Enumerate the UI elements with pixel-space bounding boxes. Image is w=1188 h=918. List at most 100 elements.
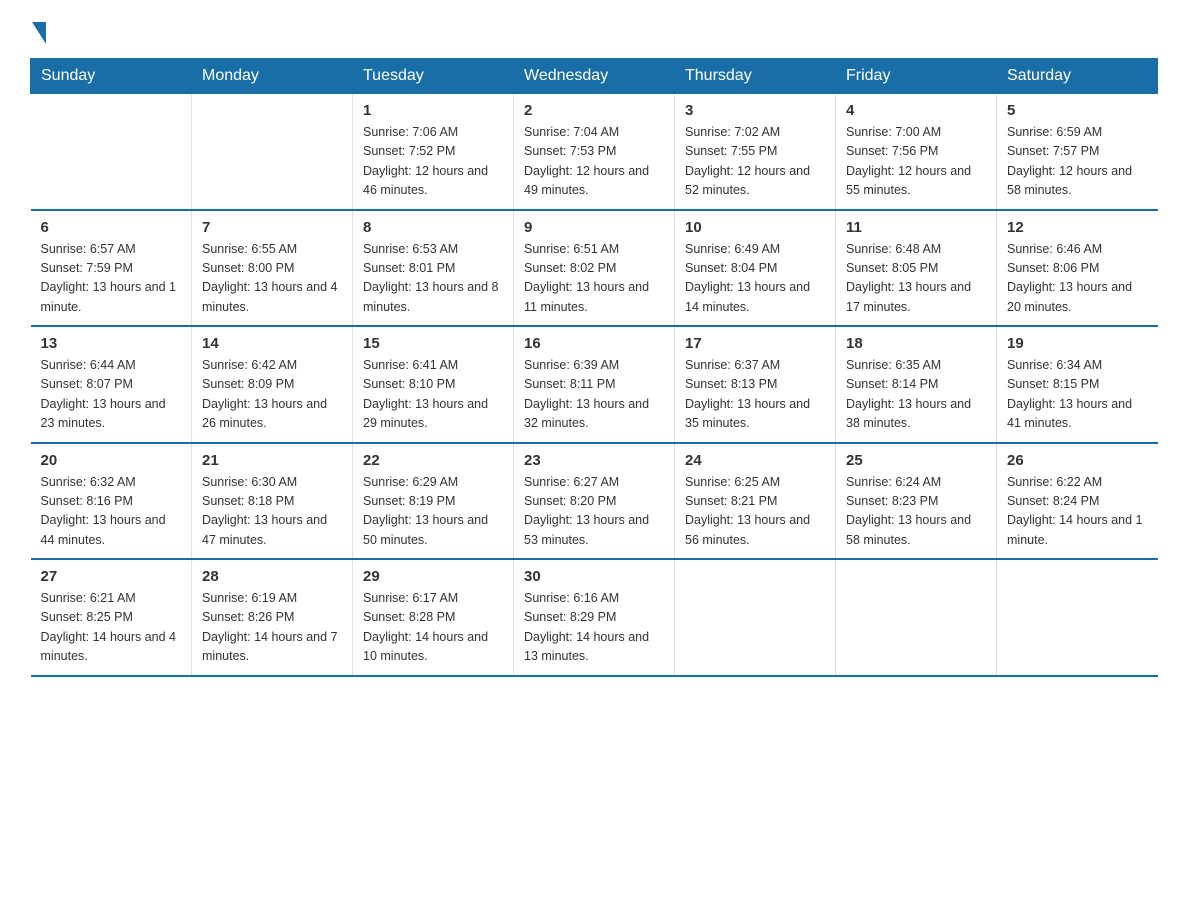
calendar-cell: 8 Sunrise: 6:53 AM Sunset: 8:01 PM Daylig… <box>353 210 514 327</box>
col-header-tuesday: Tuesday <box>353 59 514 94</box>
day-info: Sunrise: 7:06 AM Sunset: 7:52 PM Dayligh… <box>363 123 503 201</box>
day-info: Sunrise: 6:25 AM Sunset: 8:21 PM Dayligh… <box>685 473 825 551</box>
day-info: Sunrise: 6:51 AM Sunset: 8:02 PM Dayligh… <box>524 240 664 318</box>
day-info: Sunrise: 6:35 AM Sunset: 8:14 PM Dayligh… <box>846 356 986 434</box>
day-number: 18 <box>846 335 986 352</box>
day-number: 17 <box>685 335 825 352</box>
day-number: 5 <box>1007 102 1148 119</box>
day-info: Sunrise: 6:39 AM Sunset: 8:11 PM Dayligh… <box>524 356 664 434</box>
calendar-header-row: SundayMondayTuesdayWednesdayThursdayFrid… <box>31 59 1158 94</box>
day-number: 1 <box>363 102 503 119</box>
day-info: Sunrise: 7:04 AM Sunset: 7:53 PM Dayligh… <box>524 123 664 201</box>
calendar-cell: 24 Sunrise: 6:25 AM Sunset: 8:21 PM Dayli… <box>675 443 836 560</box>
calendar-cell: 10Sunrise: 6:49 AM Sunset: 8:04 PM Dayli… <box>675 210 836 327</box>
calendar-cell: 6 Sunrise: 6:57 AM Sunset: 7:59 PM Daylig… <box>31 210 192 327</box>
day-info: Sunrise: 6:59 AM Sunset: 7:57 PM Dayligh… <box>1007 123 1148 201</box>
day-number: 16 <box>524 335 664 352</box>
day-info: Sunrise: 6:22 AM Sunset: 8:24 PM Dayligh… <box>1007 473 1148 551</box>
day-number: 24 <box>685 452 825 469</box>
day-number: 14 <box>202 335 342 352</box>
day-number: 23 <box>524 452 664 469</box>
calendar-week-row: 6 Sunrise: 6:57 AM Sunset: 7:59 PM Daylig… <box>31 210 1158 327</box>
day-number: 11 <box>846 219 986 236</box>
calendar-table: SundayMondayTuesdayWednesdayThursdayFrid… <box>30 58 1158 677</box>
day-number: 6 <box>41 219 182 236</box>
day-info: Sunrise: 6:49 AM Sunset: 8:04 PM Dayligh… <box>685 240 825 318</box>
calendar-week-row: 1 Sunrise: 7:06 AM Sunset: 7:52 PM Daylig… <box>31 94 1158 210</box>
calendar-cell: 21 Sunrise: 6:30 AM Sunset: 8:18 PM Dayli… <box>192 443 353 560</box>
calendar-cell: 4 Sunrise: 7:00 AM Sunset: 7:56 PM Daylig… <box>836 94 997 210</box>
day-info: Sunrise: 6:44 AM Sunset: 8:07 PM Dayligh… <box>41 356 182 434</box>
calendar-cell: 23 Sunrise: 6:27 AM Sunset: 8:20 PM Dayli… <box>514 443 675 560</box>
day-info: Sunrise: 7:00 AM Sunset: 7:56 PM Dayligh… <box>846 123 986 201</box>
day-number: 12 <box>1007 219 1148 236</box>
calendar-cell: 30 Sunrise: 6:16 AM Sunset: 8:29 PM Dayli… <box>514 559 675 676</box>
calendar-cell: 13 Sunrise: 6:44 AM Sunset: 8:07 PM Dayli… <box>31 326 192 443</box>
day-info: Sunrise: 6:32 AM Sunset: 8:16 PM Dayligh… <box>41 473 182 551</box>
day-info: Sunrise: 6:46 AM Sunset: 8:06 PM Dayligh… <box>1007 240 1148 318</box>
day-info: Sunrise: 6:19 AM Sunset: 8:26 PM Dayligh… <box>202 589 342 667</box>
day-info: Sunrise: 6:48 AM Sunset: 8:05 PM Dayligh… <box>846 240 986 318</box>
day-number: 25 <box>846 452 986 469</box>
calendar-cell: 12 Sunrise: 6:46 AM Sunset: 8:06 PM Dayli… <box>997 210 1158 327</box>
calendar-cell: 9 Sunrise: 6:51 AM Sunset: 8:02 PM Daylig… <box>514 210 675 327</box>
day-info: Sunrise: 6:57 AM Sunset: 7:59 PM Dayligh… <box>41 240 182 318</box>
day-info: Sunrise: 6:30 AM Sunset: 8:18 PM Dayligh… <box>202 473 342 551</box>
logo-triangle-icon <box>32 22 46 44</box>
day-info: Sunrise: 6:16 AM Sunset: 8:29 PM Dayligh… <box>524 589 664 667</box>
calendar-cell: 20 Sunrise: 6:32 AM Sunset: 8:16 PM Dayli… <box>31 443 192 560</box>
calendar-cell: 27 Sunrise: 6:21 AM Sunset: 8:25 PM Dayli… <box>31 559 192 676</box>
calendar-week-row: 27 Sunrise: 6:21 AM Sunset: 8:25 PM Dayli… <box>31 559 1158 676</box>
day-number: 30 <box>524 568 664 585</box>
col-header-saturday: Saturday <box>997 59 1158 94</box>
calendar-cell: 17 Sunrise: 6:37 AM Sunset: 8:13 PM Dayli… <box>675 326 836 443</box>
day-number: 2 <box>524 102 664 119</box>
day-number: 20 <box>41 452 182 469</box>
calendar-week-row: 20 Sunrise: 6:32 AM Sunset: 8:16 PM Dayli… <box>31 443 1158 560</box>
calendar-week-row: 13 Sunrise: 6:44 AM Sunset: 8:07 PM Dayli… <box>31 326 1158 443</box>
calendar-cell: 18 Sunrise: 6:35 AM Sunset: 8:14 PM Dayli… <box>836 326 997 443</box>
calendar-cell: 11 Sunrise: 6:48 AM Sunset: 8:05 PM Dayli… <box>836 210 997 327</box>
calendar-cell: 19 Sunrise: 6:34 AM Sunset: 8:15 PM Dayli… <box>997 326 1158 443</box>
day-number: 21 <box>202 452 342 469</box>
col-header-sunday: Sunday <box>31 59 192 94</box>
day-info: Sunrise: 6:17 AM Sunset: 8:28 PM Dayligh… <box>363 589 503 667</box>
day-number: 4 <box>846 102 986 119</box>
day-info: Sunrise: 6:27 AM Sunset: 8:20 PM Dayligh… <box>524 473 664 551</box>
calendar-cell: 5 Sunrise: 6:59 AM Sunset: 7:57 PM Daylig… <box>997 94 1158 210</box>
calendar-cell: 29 Sunrise: 6:17 AM Sunset: 8:28 PM Dayli… <box>353 559 514 676</box>
calendar-cell: 26 Sunrise: 6:22 AM Sunset: 8:24 PM Dayli… <box>997 443 1158 560</box>
day-info: Sunrise: 7:02 AM Sunset: 7:55 PM Dayligh… <box>685 123 825 201</box>
day-number: 29 <box>363 568 503 585</box>
calendar-cell <box>192 94 353 210</box>
calendar-cell <box>675 559 836 676</box>
col-header-friday: Friday <box>836 59 997 94</box>
calendar-cell: 3 Sunrise: 7:02 AM Sunset: 7:55 PM Daylig… <box>675 94 836 210</box>
day-number: 27 <box>41 568 182 585</box>
day-info: Sunrise: 6:21 AM Sunset: 8:25 PM Dayligh… <box>41 589 182 667</box>
logo <box>30 20 46 40</box>
day-number: 8 <box>363 219 503 236</box>
page-header <box>30 20 1158 40</box>
day-number: 19 <box>1007 335 1148 352</box>
day-number: 26 <box>1007 452 1148 469</box>
day-number: 13 <box>41 335 182 352</box>
calendar-cell: 7Sunrise: 6:55 AM Sunset: 8:00 PM Daylig… <box>192 210 353 327</box>
day-info: Sunrise: 6:53 AM Sunset: 8:01 PM Dayligh… <box>363 240 503 318</box>
calendar-cell: 16 Sunrise: 6:39 AM Sunset: 8:11 PM Dayli… <box>514 326 675 443</box>
day-number: 28 <box>202 568 342 585</box>
day-number: 15 <box>363 335 503 352</box>
calendar-cell <box>31 94 192 210</box>
day-number: 22 <box>363 452 503 469</box>
calendar-cell: 22 Sunrise: 6:29 AM Sunset: 8:19 PM Dayli… <box>353 443 514 560</box>
calendar-cell: 1 Sunrise: 7:06 AM Sunset: 7:52 PM Daylig… <box>353 94 514 210</box>
day-info: Sunrise: 6:29 AM Sunset: 8:19 PM Dayligh… <box>363 473 503 551</box>
day-info: Sunrise: 6:34 AM Sunset: 8:15 PM Dayligh… <box>1007 356 1148 434</box>
day-number: 3 <box>685 102 825 119</box>
day-info: Sunrise: 6:37 AM Sunset: 8:13 PM Dayligh… <box>685 356 825 434</box>
day-number: 9 <box>524 219 664 236</box>
calendar-cell: 28 Sunrise: 6:19 AM Sunset: 8:26 PM Dayli… <box>192 559 353 676</box>
col-header-thursday: Thursday <box>675 59 836 94</box>
calendar-cell <box>997 559 1158 676</box>
calendar-cell: 25Sunrise: 6:24 AM Sunset: 8:23 PM Dayli… <box>836 443 997 560</box>
